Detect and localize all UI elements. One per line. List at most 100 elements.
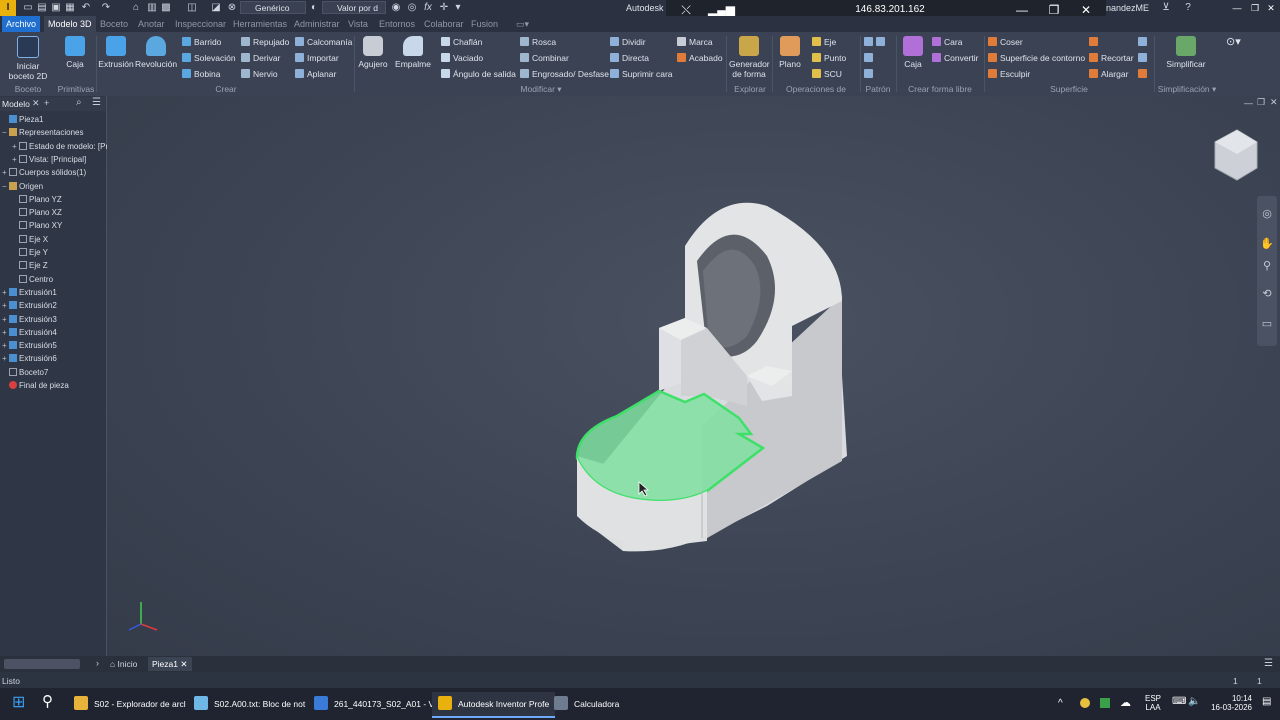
ruled-surface-icon[interactable] [1089,36,1101,49]
tree-item[interactable]: + Extrusión1 [2,286,57,299]
freeform-box-button[interactable]: Caja [900,34,926,69]
graphics-viewport[interactable] [107,96,1280,656]
notifications-icon[interactable]: ▤ [1262,696,1271,707]
tree-item[interactable]: Boceto7 [2,366,48,379]
undo-icon[interactable]: ↶ [80,2,92,14]
panel-title-simplificacion[interactable]: Simplificación ▾ [1154,84,1220,95]
tree-item[interactable]: − Origen [2,180,43,193]
clock[interactable]: 10:14 16-03-2026 [1206,694,1252,712]
tray-security-icon[interactable] [1100,698,1110,708]
tree-item[interactable]: + Extrusión2 [2,299,57,312]
tree-expand-icon[interactable]: + [12,140,19,153]
shape-generator-button[interactable]: Generador de forma [729,34,770,79]
cross-icon[interactable]: ✛ [438,2,450,14]
tree-expand-icon[interactable]: + [2,313,9,326]
finish-button[interactable]: Acabado [677,52,723,65]
close-icon[interactable]: ✕ [1264,1,1278,15]
restore-icon[interactable]: ❐ [1248,1,1262,15]
tab-modelo-3d[interactable]: Modelo 3D [44,16,96,32]
tree-item[interactable]: + Extrusión4 [2,326,57,339]
rib-button[interactable]: Nervio [241,68,278,81]
viewport-close-icon[interactable]: ✕ [1270,97,1278,108]
derive-button[interactable]: Derivar [241,52,280,65]
delete-face-button[interactable]: Suprimir cara [610,68,673,81]
face-button[interactable]: Cara [932,36,962,49]
network-icon[interactable]: ⌨ [1172,696,1186,707]
look-at-icon[interactable]: ▭ [1259,316,1275,332]
fx-icon[interactable]: fx [422,2,434,14]
tree-item[interactable]: + Vista: [Principal] [12,153,86,166]
browser-close-icon[interactable]: ✕ [32,98,40,109]
zoom-icon[interactable]: ⚲ [1259,258,1275,274]
tree-expand-icon[interactable]: + [12,153,19,166]
sweep-button[interactable]: Barrido [182,36,221,49]
remote-close-icon[interactable]: ✕ [1076,3,1096,17]
tree-item[interactable]: − Representaciones [2,126,83,139]
tree-expand-icon[interactable]: + [2,326,9,339]
direct-button[interactable]: Directa [610,52,649,65]
clear-icon[interactable]: ⊗ [226,2,238,14]
replace-face-icon[interactable] [1138,36,1150,49]
fit-mesh-icon[interactable] [1138,68,1150,81]
open-file-icon[interactable]: ▤ [36,2,48,14]
taskbar-app-inventor[interactable]: Autodesk Inventor Profe [432,692,556,718]
simplify-button[interactable]: Simplificar [1160,34,1212,69]
tree-item[interactable]: Plano XZ [12,206,62,219]
tab-entornos[interactable]: Entornos [375,16,419,32]
tree-item[interactable]: + Extrusión3 [2,313,57,326]
tree-expand-icon[interactable]: − [2,126,9,139]
viewport-minimize-icon[interactable]: — [1244,98,1253,108]
boundary-patch-button[interactable]: Superficie de contorno [988,52,1085,65]
disconnect-icon[interactable]: ⤬ [676,3,696,17]
doc-tab-home[interactable]: ⌂ Inicio [110,659,137,669]
tree-item[interactable]: + Cuerpos sólidos(1) [2,166,86,179]
combine-button[interactable]: Combinar [520,52,569,65]
tree-item[interactable]: Plano XY [12,219,62,232]
coil-button[interactable]: Bobina [182,68,220,81]
tree-item[interactable]: Eje Y [12,246,48,259]
select-icon[interactable]: ◪ [210,2,222,14]
remote-restore-icon[interactable]: ❐ [1044,3,1064,17]
taskbar-app-notepad[interactable]: S02.A00.txt: Bloc de not [194,692,305,716]
mirror-icon[interactable] [876,37,885,46]
help-icon[interactable]: ? [1182,2,1194,14]
material-combo[interactable]: Genérico [240,1,306,14]
mark-button[interactable]: Marca [677,36,713,49]
tab-vista[interactable]: Vista [344,16,372,32]
tree-item[interactable]: Final de pieza [2,379,69,392]
save-icon[interactable]: ▣ [50,2,62,14]
decal-button[interactable]: Calcomanía [295,36,352,49]
clear-override-icon[interactable]: ◎ [406,2,418,14]
convert-button[interactable]: Convertir [932,52,978,65]
tree-item[interactable]: + Estado de modelo: [Pr [12,140,108,153]
tab-herramientas[interactable]: Herramientas [229,16,291,32]
panel-title-modificar[interactable]: Modificar ▾ [356,84,726,95]
tree-expand-icon[interactable]: + [2,339,9,352]
box-primitive-button[interactable]: Caja [58,34,92,69]
tab-archivo[interactable]: Archivo [2,16,41,32]
loft-button[interactable]: Solevación [182,52,236,65]
split-button[interactable]: Dividir [610,36,646,49]
circ-pattern-button[interactable] [864,52,876,65]
thread-button[interactable]: Rosca [520,36,556,49]
tab-list-icon[interactable]: ☰ [1264,658,1273,669]
tree-expand-icon[interactable]: + [2,299,9,312]
tree-item[interactable]: Plano YZ [12,193,62,206]
minimize-icon[interactable]: — [1230,1,1244,15]
browser-add-icon[interactable]: + [44,98,49,108]
axis-button[interactable]: Eje [812,36,836,49]
inventor-logo-icon[interactable]: I [0,0,16,16]
tray-chevron-icon[interactable]: ^ [1058,698,1063,709]
viewport-restore-icon[interactable]: ❐ [1257,97,1265,108]
project-icon[interactable]: ▩ [160,2,172,14]
sculpt-button[interactable]: Esculpir [988,68,1030,81]
customize-qat-icon[interactable]: ▾ [452,2,464,14]
ribbon-settings-icon[interactable]: ⊙▾ [1226,36,1241,49]
windows-start-icon[interactable]: ⊞ [12,694,30,712]
volume-icon[interactable]: 🔈 [1188,696,1200,707]
shell-button[interactable]: Vaciado [441,52,483,65]
browser-menu-icon[interactable]: ☰ [92,97,101,108]
tree-expand-icon[interactable]: + [2,166,9,179]
print-icon[interactable]: ▥ [146,2,158,14]
redo-icon[interactable]: ↷ [100,2,112,14]
